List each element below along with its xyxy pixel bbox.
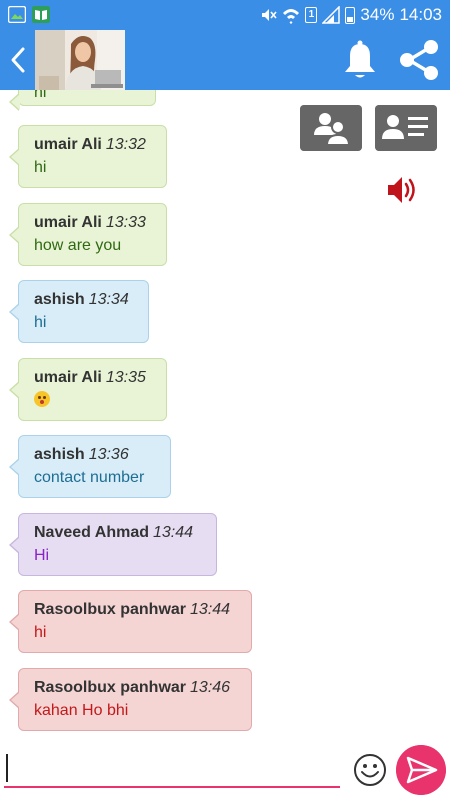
- bell-icon[interactable]: [338, 38, 382, 82]
- battery-icon: [345, 6, 356, 24]
- message-text: how are you: [34, 237, 122, 254]
- message-bubble[interactable]: Rasoolbux panhwar 13:44 hi: [9, 590, 252, 653]
- message-time: 13:33: [105, 214, 146, 231]
- message-time: 13:36: [88, 446, 129, 463]
- sender-name: umair Ali: [34, 369, 102, 386]
- message-bubble[interactable]: umair Ali 13:33 how are you: [9, 203, 167, 266]
- sender-name: umair Ali: [34, 136, 102, 153]
- wifi-icon: [283, 9, 300, 24]
- message-bubble[interactable]: umair Ali 13:32 hi: [9, 125, 167, 188]
- sim-slot-indicator: 1: [305, 7, 318, 23]
- message-time: 13:32: [105, 136, 146, 153]
- message-text: hi: [34, 624, 47, 641]
- message-time: 13:34: [88, 291, 129, 308]
- message-text: Hi: [34, 547, 50, 564]
- message-text: hi: [34, 314, 47, 331]
- message-bubble[interactable]: ashish 13:36 contact number: [9, 435, 171, 498]
- message-time: 13:46: [190, 679, 231, 696]
- message-bubble[interactable]: Rasoolbux panhwar 13:46 kahan Ho bhi: [9, 668, 252, 731]
- emoji-icon[interactable]: [352, 752, 388, 788]
- message-text: hi: [34, 90, 47, 101]
- message-list[interactable]: hi umair Ali 13:32 hi umair Ali 13:33 how …: [0, 90, 450, 742]
- sender-name: Naveed Ahmad: [34, 524, 149, 541]
- sender-name: ashish: [34, 291, 85, 308]
- sender-name: Rasoolbux panhwar: [34, 679, 187, 696]
- message-text: [34, 389, 152, 413]
- group-avatar[interactable]: [35, 30, 125, 90]
- share-icon[interactable]: [394, 36, 444, 84]
- mute-icon: [262, 9, 278, 21]
- message-time: 13:35: [105, 369, 146, 386]
- chat-screen: 1 34% 14:03 hi umair Ali 13:32 hi umair …: [0, 0, 450, 800]
- message-bubble[interactable]: umair Ali 13:35: [9, 358, 167, 421]
- message-input[interactable]: [4, 750, 340, 788]
- back-arrow-icon[interactable]: [4, 42, 32, 78]
- send-icon[interactable]: [396, 745, 446, 795]
- battery-percent: 34%: [360, 5, 395, 24]
- message-text: contact number: [34, 469, 145, 486]
- sender-name: umair Ali: [34, 214, 102, 231]
- sender-name: ashish: [34, 446, 85, 463]
- text-cursor: [6, 754, 8, 782]
- clock: 14:03: [399, 5, 442, 24]
- message-composer: [0, 742, 450, 800]
- book-notification-icon: [32, 6, 50, 23]
- message-bubble[interactable]: Naveed Ahmad 13:44 Hi: [9, 513, 217, 576]
- message-time: 13:44: [153, 524, 194, 541]
- app-bar: [0, 30, 450, 90]
- message-text: kahan Ho bhi: [34, 702, 129, 719]
- kiss-face-emoji-icon: [34, 391, 50, 407]
- group-users-icon[interactable]: [300, 105, 362, 151]
- speaker-icon[interactable]: [385, 173, 421, 207]
- message-time: 13:44: [190, 601, 231, 618]
- message-bubble[interactable]: hi: [9, 90, 156, 111]
- contact-card-icon[interactable]: [375, 105, 437, 151]
- status-bar: 1 34% 14:03: [0, 0, 450, 30]
- message-bubble[interactable]: ashish 13:34 hi: [9, 280, 149, 343]
- sender-name: Rasoolbux panhwar: [34, 601, 187, 618]
- signal-icon: [322, 6, 341, 24]
- gallery-notification-icon: [8, 6, 26, 23]
- message-text: hi: [34, 159, 47, 176]
